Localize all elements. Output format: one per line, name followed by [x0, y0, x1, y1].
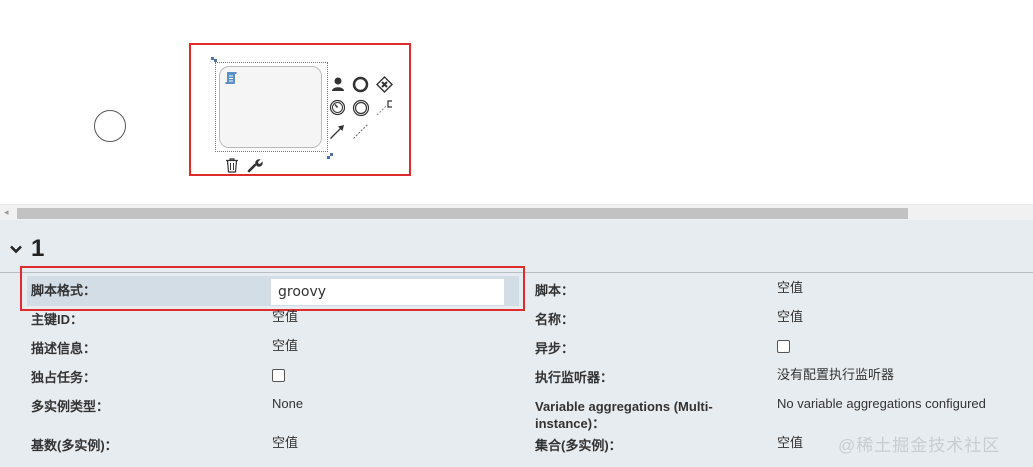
- collection-value[interactable]: 空值: [777, 434, 803, 451]
- multi-instance-type-label: 多实例类型：: [31, 399, 110, 414]
- cardinality-label: 基数(多实例)：: [31, 438, 118, 453]
- annotation-icon[interactable]: [376, 99, 393, 121]
- async-label: 异步：: [535, 341, 575, 356]
- variable-aggregations-label: Variable aggregations (Multi-instance)：: [535, 399, 713, 431]
- sequence-flow-icon[interactable]: [329, 123, 346, 145]
- gateway-icon[interactable]: [376, 76, 393, 98]
- end-event-icon[interactable]: [352, 76, 369, 98]
- timer-event-icon[interactable]: [329, 99, 346, 121]
- selection-handle-bottom-right-inner: [330, 153, 333, 156]
- user-task-icon[interactable]: [330, 76, 346, 97]
- script-value[interactable]: 空值: [777, 279, 803, 296]
- horizontal-scrollbar[interactable]: ◂: [0, 204, 1033, 220]
- panel-header[interactable]: 1: [8, 234, 44, 264]
- association-icon[interactable]: [352, 123, 369, 145]
- variable-aggregations-value[interactable]: No variable aggregations configured: [777, 395, 986, 412]
- wrench-icon[interactable]: [247, 157, 263, 178]
- name-value[interactable]: 空值: [777, 308, 803, 325]
- script-task[interactable]: [219, 66, 322, 148]
- diagram-canvas[interactable]: [0, 0, 1033, 204]
- start-event[interactable]: [94, 110, 126, 142]
- exclusive-checkbox[interactable]: [272, 369, 285, 382]
- scroll-left-arrow-icon[interactable]: ◂: [4, 207, 9, 217]
- async-checkbox[interactable]: [777, 340, 790, 353]
- main-id-label: 主键ID：: [31, 312, 84, 327]
- panel-title: 1: [31, 235, 45, 262]
- scrollbar-thumb[interactable]: [17, 208, 908, 219]
- properties-panel: 1 脚本格式： 脚本： 空值 主键ID： 空值 名称： 空值 描述信息： 空值 …: [0, 220, 1033, 467]
- main-id-value[interactable]: 空值: [272, 308, 298, 325]
- cardinality-value[interactable]: 空值: [272, 434, 298, 451]
- collection-label: 集合(多实例)：: [535, 438, 622, 453]
- watermark: @稀土掘金技术社区: [838, 436, 1001, 455]
- description-label: 描述信息：: [31, 341, 97, 356]
- intermediate-event-icon[interactable]: [352, 99, 370, 122]
- multi-instance-type-value[interactable]: None: [272, 395, 303, 412]
- exclusive-label: 独占任务：: [31, 370, 97, 385]
- script-label: 脚本：: [535, 283, 575, 298]
- execution-listeners-value[interactable]: 没有配置执行监听器: [777, 366, 894, 383]
- highlight-box-script-format: [20, 266, 525, 311]
- chevron-down-icon[interactable]: [8, 241, 24, 257]
- delete-icon[interactable]: [224, 157, 240, 178]
- execution-listeners-label: 执行监听器：: [535, 370, 614, 385]
- description-value[interactable]: 空值: [272, 337, 298, 354]
- selection-handle-bottom-right[interactable]: [327, 156, 330, 159]
- script-icon: [224, 71, 238, 90]
- selection-handle-top-left-inner: [214, 59, 217, 62]
- name-label: 名称：: [535, 312, 575, 327]
